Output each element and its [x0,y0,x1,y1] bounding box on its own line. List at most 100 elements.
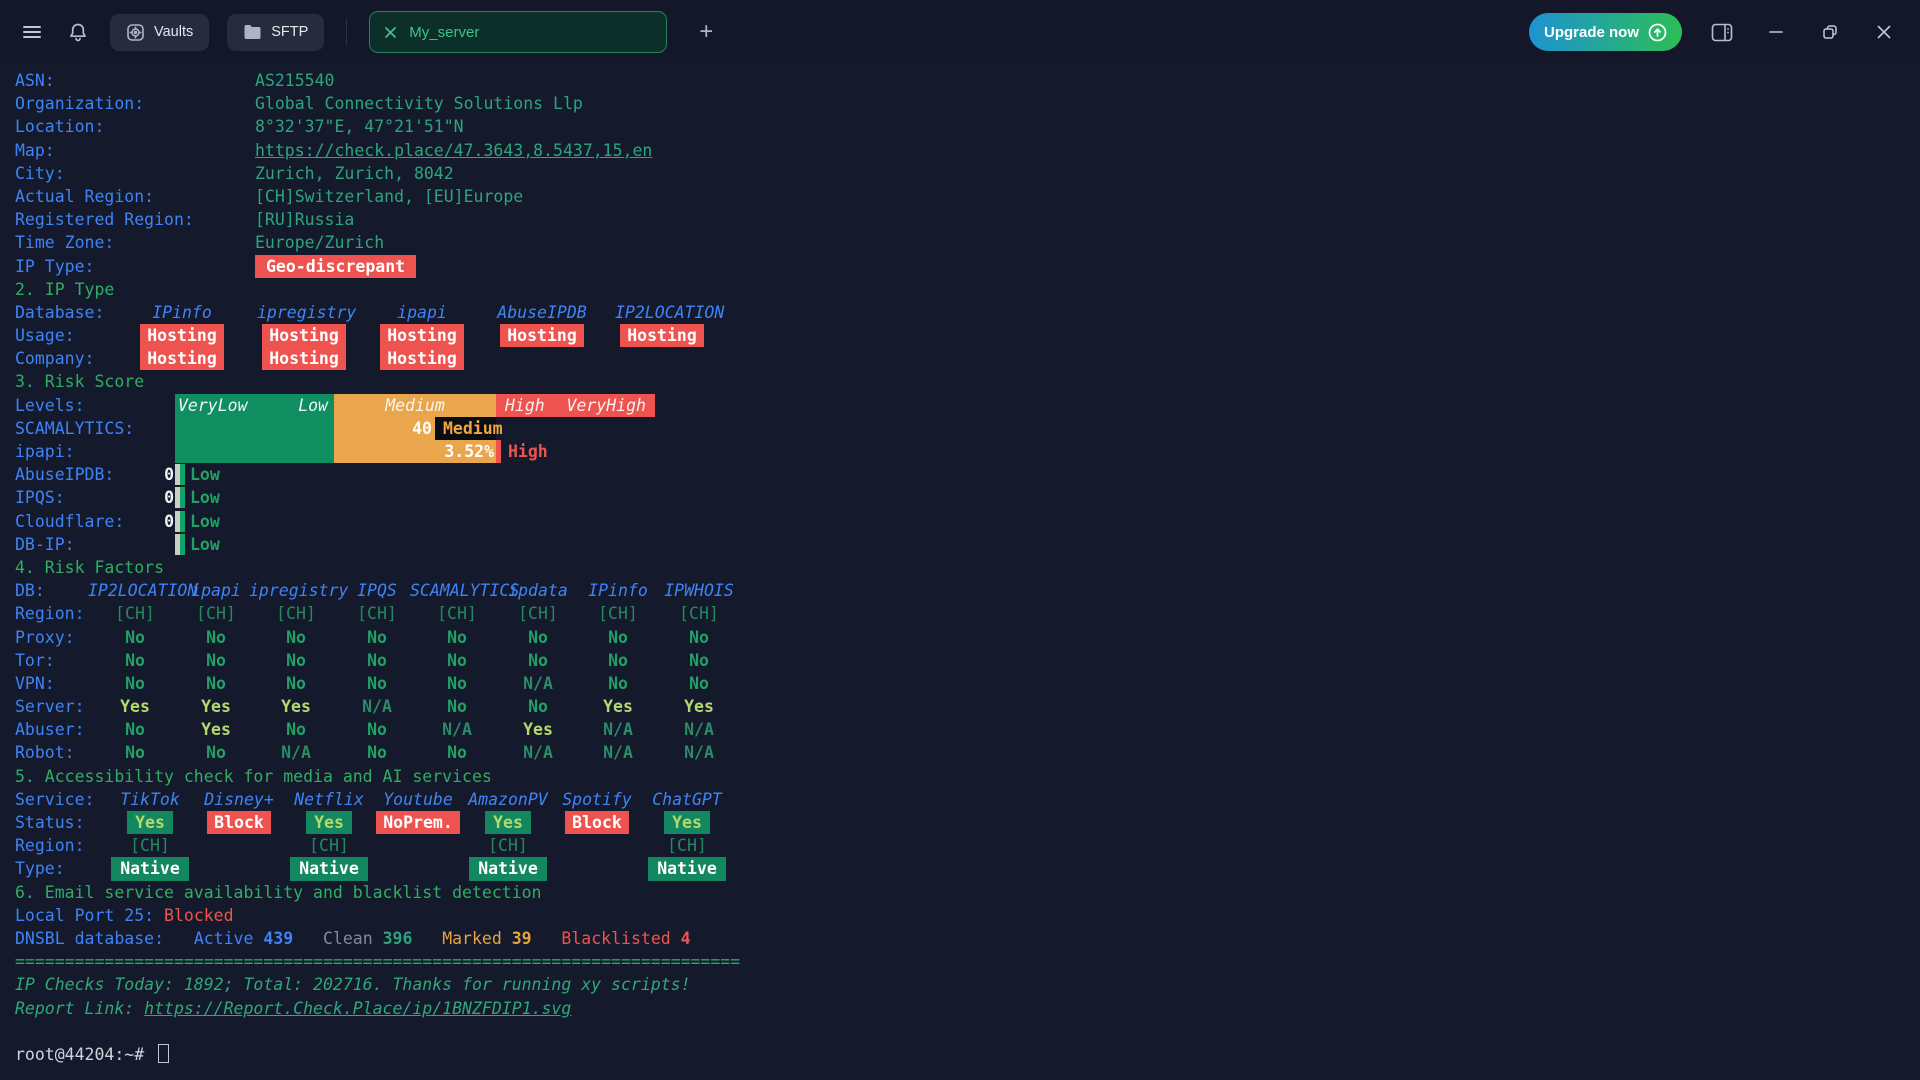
level-low: Low [298,394,328,417]
terminal-line: IPQS:0Low [15,486,1920,509]
table-value: No [689,674,709,693]
report-link[interactable]: https://Report.Check.Place/ip/1BNZFDIP1.… [144,999,571,1018]
text-segment: 396 [383,929,413,948]
table-value: [CH] [598,604,638,623]
section-header: 4. Risk Factors [15,558,164,577]
row-label: Database: [15,303,104,322]
window-minimize-button[interactable] [1762,18,1790,46]
row-label: Abuser: [15,720,85,739]
field-label: IP Type: [15,257,94,276]
bar-segment [175,440,334,463]
text-segment: IP Checks Today: 1892; Total: 202716. Th… [15,975,691,994]
terminal-line: Server:YesYesYesN/ANoNoYesYes [15,695,1920,718]
terminal-line: Robot:NoNoN/ANoNoN/AN/AN/A [15,741,1920,764]
row-label: DB: [15,581,45,600]
table-value: No [125,651,145,670]
window-restore-button[interactable] [1816,18,1844,46]
table-cell: Hosting [257,324,351,347]
tab-sftp[interactable]: SFTP [227,14,324,51]
score-bar-tick [180,534,185,555]
table-cell: TikTok [103,788,197,811]
db-name: Youtube [383,790,453,809]
table-value: N/A [684,720,714,739]
upgrade-button[interactable]: Upgrade now [1529,13,1682,51]
terminal-line: IP Checks Today: 1892; Total: 202716. Th… [15,973,1920,996]
table-cell: Yes [249,695,343,718]
table-cell: No [410,649,504,672]
terminal-line: Status:YesBlockYesNoPrem.YesBlockYes [15,811,1920,834]
terminal-cursor[interactable] [158,1044,169,1063]
new-tab-button[interactable]: + [699,20,713,44]
status-badge: Hosting [380,347,464,370]
close-tab-icon[interactable] [384,26,397,39]
table-value: N/A [362,697,392,716]
table-cell: Netflix [282,788,376,811]
table-cell: ipregistry [249,579,343,602]
map-link[interactable]: https://check.place/47.3643,8.5437,15,en [255,141,652,160]
db-name: AbuseIPDB [497,303,586,322]
row-label: Status: [15,813,85,832]
row-label: Region: [15,604,85,623]
table-value: [CH] [667,836,707,855]
table-value: [CH] [309,836,349,855]
table-cell: Native [461,857,555,880]
db-name: IPWHOIS [664,581,734,600]
table-value: No [528,651,548,670]
table-cell: Native [103,857,197,880]
table-cell: No [410,626,504,649]
table-cell: IPWHOIS [652,579,746,602]
table-value: No [528,628,548,647]
text-segment: Clean [293,929,382,948]
risk-level-label: High [501,440,548,463]
table-cell: NoPrem. [371,811,465,834]
table-cell: Yes [652,695,746,718]
field-label: Actual Region: [15,187,154,206]
menu-button[interactable] [18,18,46,46]
table-cell: Native [282,857,376,880]
terminal-line: Abuser:NoYesNoNoN/AYesN/AN/A [15,718,1920,741]
table-cell: Yes [88,695,182,718]
panel-toggle-button[interactable] [1708,18,1736,46]
terminal-body[interactable]: ASN:AS215540Organization:Global Connecti… [0,64,1920,1080]
text-segment: ========================================… [15,952,740,971]
risk-level-label: Low [190,533,220,556]
terminal-line: Cloudflare:0Low [15,510,1920,533]
terminal-line: VPN:NoNoNoNoNoN/ANoNo [15,672,1920,695]
risk-score-value: 40 [334,417,435,440]
table-cell: Yes [103,811,197,834]
table-cell: IPinfo [571,579,665,602]
table-value: N/A [603,743,633,762]
field-label: City: [15,164,65,183]
row-label: Server: [15,697,85,716]
row-label: Company: [15,349,94,368]
field-label: Levels: [15,396,85,415]
db-name: ipapi [397,303,447,322]
score-bar-tick [180,511,185,532]
window-close-button[interactable] [1870,18,1898,46]
tab-vaults[interactable]: Vaults [110,14,209,51]
terminal-line: Proxy:NoNoNoNoNoNoNoNo [15,626,1920,649]
table-value: No [367,651,387,670]
table-cell: No [410,695,504,718]
bar-segment-high: HighVeryHigh [496,394,655,417]
field-label: SCAMALYTICS: [15,419,134,438]
risk-level-label: Low [190,486,220,509]
bell-icon [68,22,88,43]
table-cell: Disney+ [192,788,286,811]
terminal-line: ipapi:3.52%High [15,440,1920,463]
tab-my-server[interactable]: My_server [369,11,667,53]
table-cell: AbuseIPDB [495,301,589,324]
table-value: No [447,743,467,762]
section-header: 3. Risk Score [15,372,144,391]
table-cell: Native [640,857,734,880]
status-badge: Block [207,811,271,834]
notifications-button[interactable] [64,18,92,46]
terminal-line: Levels:VeryLowLowMediumHighVeryHigh [15,394,1920,417]
table-value: Yes [603,697,633,716]
table-value: [CH] [196,604,236,623]
tab-sftp-label: SFTP [271,24,308,40]
table-value: Yes [523,720,553,739]
db-name: Netflix [294,790,364,809]
field-value: AS215540 [255,69,334,92]
table-value: [CH] [357,604,397,623]
